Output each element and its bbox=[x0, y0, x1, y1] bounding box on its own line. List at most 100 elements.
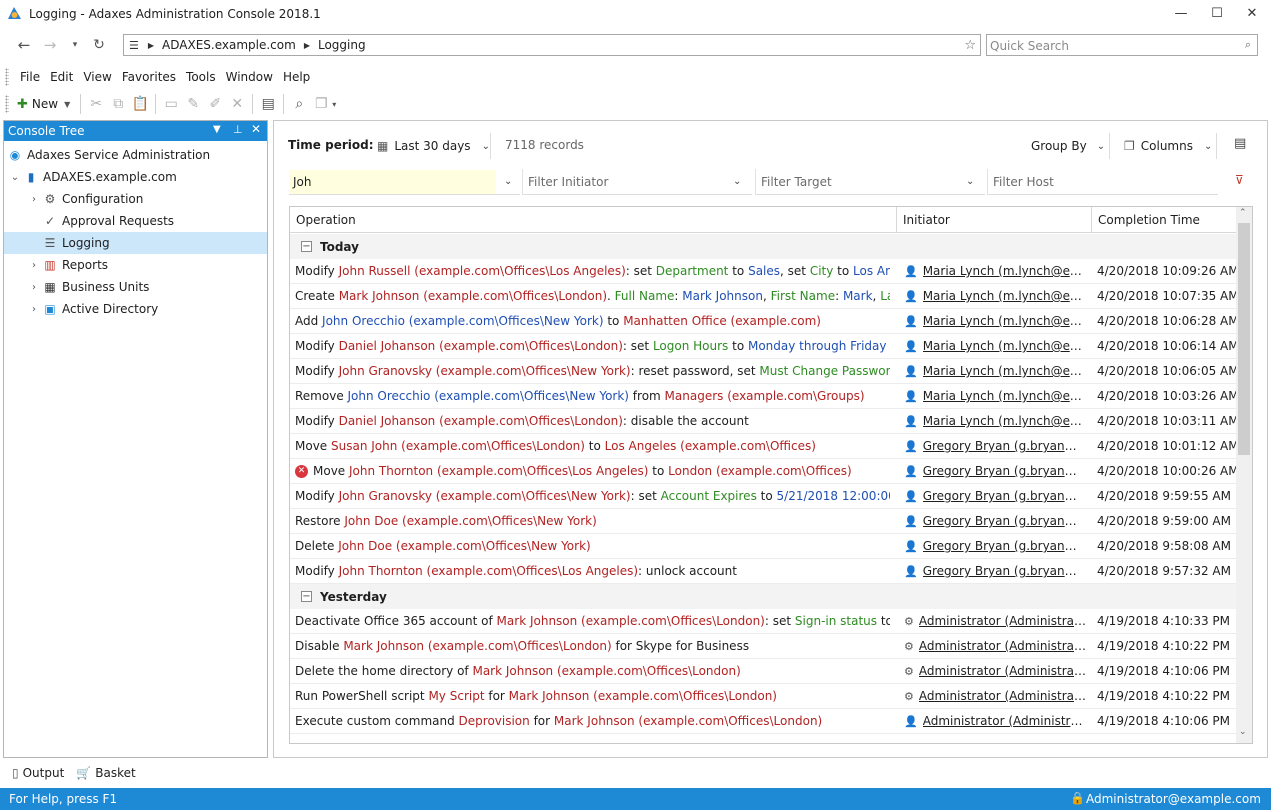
new-button[interactable]: ✚ New ▼ bbox=[17, 97, 70, 112]
log-row[interactable]: Delete John Doe (example.com\Offices\New… bbox=[290, 534, 1236, 559]
tree-item-service[interactable]: ◉ Adaxes Service Administration bbox=[4, 144, 267, 166]
filter-initiator[interactable]: Filter Initiator ⌄ bbox=[522, 169, 752, 195]
pin-icon[interactable]: ⊥ bbox=[233, 123, 243, 136]
favorite-star-icon[interactable]: ☆ bbox=[964, 38, 976, 53]
menu-view[interactable]: View bbox=[78, 67, 116, 87]
initiator-link[interactable]: Gregory Bryan (g.bryan@example.com) bbox=[923, 539, 1088, 553]
collapse-group-icon[interactable]: − bbox=[301, 241, 312, 252]
tree-item-domain[interactable]: ⌄ ▮ ADAXES.example.com bbox=[4, 166, 267, 188]
cut-icon[interactable]: ✂ bbox=[85, 93, 107, 115]
filter-initiator-input[interactable]: Filter Initiator bbox=[523, 175, 733, 189]
chevron-down-icon[interactable]: ▼ bbox=[213, 124, 221, 135]
tab-basket[interactable]: 🛒 Basket bbox=[70, 762, 141, 784]
group-header-row[interactable]: − Today bbox=[290, 234, 1236, 259]
initiator-link[interactable]: Administrator (Administrator@example.com… bbox=[919, 639, 1088, 653]
properties-icon[interactable]: ▤ bbox=[257, 93, 279, 115]
log-row[interactable]: Create Mark Johnson (example.com\Offices… bbox=[290, 284, 1239, 309]
column-completion-time[interactable]: Completion Time bbox=[1092, 207, 1236, 233]
scroll-down-icon[interactable]: ⌄ bbox=[1239, 727, 1247, 737]
tree-item-reports[interactable]: › ▥ Reports bbox=[4, 254, 267, 276]
initiator-link[interactable]: Gregory Bryan (g.bryan@example.com) bbox=[923, 439, 1088, 453]
log-row[interactable]: Restore John Doe (example.com\Offices\Ne… bbox=[290, 509, 1236, 534]
new-window-icon[interactable]: ❐ bbox=[310, 93, 332, 115]
menu-file[interactable]: File bbox=[15, 67, 45, 87]
search-icon[interactable]: ⌕ bbox=[1245, 38, 1251, 52]
clear-filter-icon[interactable]: ⊽ bbox=[1235, 173, 1244, 187]
initiator-link[interactable]: Administrator (Administrator@example.com… bbox=[919, 614, 1088, 628]
crumb-separator-icon[interactable]: ▶ bbox=[304, 41, 310, 50]
initiator-link[interactable]: Gregory Bryan (g.bryan@example.com) bbox=[923, 464, 1088, 478]
rename-icon[interactable]: ▭ bbox=[160, 93, 182, 115]
filter-target-input[interactable]: Filter Target bbox=[756, 175, 966, 189]
menu-window[interactable]: Window bbox=[221, 67, 278, 87]
initiator-link[interactable]: Gregory Bryan (g.bryan@example.com) bbox=[923, 514, 1088, 528]
paste-icon[interactable]: 📋 bbox=[129, 93, 151, 115]
filter-target[interactable]: Filter Target ⌄ bbox=[755, 169, 985, 195]
forward-arrow-icon[interactable]: → bbox=[39, 36, 61, 54]
copy-icon[interactable]: ⧉ bbox=[107, 93, 129, 115]
log-row[interactable]: Deactivate Office 365 account of Mark Jo… bbox=[290, 609, 1236, 634]
breadcrumb-logging[interactable]: Logging bbox=[318, 38, 366, 52]
back-arrow-icon[interactable]: ← bbox=[13, 36, 35, 54]
filter-operation-input[interactable]: Joh bbox=[289, 169, 496, 194]
log-row[interactable]: Modify Daniel Johanson (example.com\Offi… bbox=[290, 334, 1239, 359]
initiator-link[interactable]: Maria Lynch (m.lynch@example.com) bbox=[923, 364, 1088, 378]
breadcrumb-domain[interactable]: ADAXES.example.com bbox=[162, 38, 296, 52]
log-row[interactable]: Run PowerShell script My Script for Mark… bbox=[290, 684, 1236, 709]
vertical-scrollbar[interactable]: ⌃ ⌄ bbox=[1236, 207, 1252, 743]
log-row[interactable]: Remove John Orecchio (example.com\Office… bbox=[290, 384, 1239, 409]
chevron-right-icon[interactable]: › bbox=[26, 194, 42, 205]
history-dropdown-icon[interactable]: ▾ bbox=[64, 36, 86, 54]
collapse-group-icon[interactable]: − bbox=[301, 591, 312, 602]
refresh-icon[interactable]: ↻ bbox=[88, 36, 110, 54]
log-row[interactable]: Modify John Granovsky (example.com\Offic… bbox=[290, 484, 1236, 509]
tree-item-approval-requests[interactable]: ✓ Approval Requests bbox=[4, 210, 267, 232]
chevron-down-icon[interactable]: ⌄ bbox=[966, 176, 974, 187]
chevron-down-icon[interactable]: ⌄ bbox=[733, 176, 741, 187]
scroll-up-icon[interactable]: ⌃ bbox=[1239, 208, 1247, 218]
tab-output[interactable]: ▯ Output bbox=[6, 762, 70, 784]
column-operation[interactable]: Operation bbox=[290, 207, 897, 233]
log-row[interactable]: Move Susan John (example.com\Offices\Lon… bbox=[290, 434, 1239, 459]
initiator-link[interactable]: Gregory Bryan (g.bryan@example.com) bbox=[923, 489, 1088, 503]
menu-help[interactable]: Help bbox=[278, 67, 315, 87]
log-row[interactable]: Disable Mark Johnson (example.com\Office… bbox=[290, 634, 1236, 659]
find-icon[interactable]: ⌕ bbox=[288, 93, 310, 115]
filter-host[interactable]: Filter Host bbox=[987, 169, 1218, 195]
chevron-right-icon[interactable]: › bbox=[26, 260, 42, 271]
maximize-button[interactable]: ☐ bbox=[1199, 0, 1235, 26]
root-list-icon[interactable]: ☰ bbox=[129, 39, 139, 52]
initiator-link[interactable]: Administrator (Administrator@example.com… bbox=[923, 714, 1088, 728]
quick-search[interactable]: ⌕ bbox=[986, 34, 1258, 56]
tree-item-configuration[interactable]: › ⚙ Configuration bbox=[4, 188, 267, 210]
edit-icon[interactable]: ✎ bbox=[182, 93, 204, 115]
menu-edit[interactable]: Edit bbox=[45, 67, 78, 87]
tree-item-active-directory[interactable]: › ▣ Active Directory bbox=[4, 298, 267, 320]
chevron-right-icon[interactable]: › bbox=[26, 282, 42, 293]
log-row[interactable]: Modify Daniel Johanson (example.com\Offi… bbox=[290, 409, 1239, 434]
modify-icon[interactable]: ✐ bbox=[204, 93, 226, 115]
initiator-link[interactable]: Maria Lynch (m.lynch@example.com) bbox=[923, 314, 1088, 328]
group-header-row[interactable]: − Yesterday bbox=[290, 584, 1236, 609]
group-by-dropdown[interactable]: Group By ⌄ bbox=[1031, 136, 1105, 156]
log-row[interactable]: Modify John Granovsky (example.com\Offic… bbox=[290, 359, 1239, 384]
log-row[interactable]: ✕ Move John Thornton (example.com\Offices… bbox=[290, 459, 1239, 484]
initiator-link[interactable]: Maria Lynch (m.lynch@example.com) bbox=[923, 414, 1088, 428]
column-initiator[interactable]: Initiator bbox=[897, 207, 1092, 233]
expand-toggle-icon[interactable]: ⌄ bbox=[7, 172, 23, 183]
filter-operation[interactable]: Joh ⌄ bbox=[289, 169, 520, 195]
initiator-link[interactable]: Maria Lynch (m.lynch@example.com) bbox=[923, 264, 1088, 278]
quick-search-input[interactable] bbox=[990, 36, 1230, 55]
export-icon[interactable]: ▤ bbox=[1234, 136, 1246, 151]
initiator-link[interactable]: Maria Lynch (m.lynch@example.com) bbox=[923, 389, 1088, 403]
initiator-link[interactable]: Maria Lynch (m.lynch@example.com) bbox=[923, 339, 1088, 353]
chevron-down-icon[interactable]: ⌄ bbox=[504, 176, 512, 187]
initiator-link[interactable]: Administrator (Administrator@example.com… bbox=[919, 689, 1088, 703]
scrollbar-thumb[interactable] bbox=[1238, 223, 1250, 455]
tree-item-logging[interactable]: ☰ Logging bbox=[4, 232, 267, 254]
initiator-link[interactable]: Gregory Bryan (g.bryan@example.com) bbox=[923, 564, 1088, 578]
minimize-button[interactable]: — bbox=[1163, 0, 1199, 26]
filter-host-input[interactable]: Filter Host bbox=[988, 175, 1054, 189]
crumb-separator-icon[interactable]: ▶ bbox=[148, 41, 154, 50]
log-row[interactable]: Execute custom command Deprovision for M… bbox=[290, 709, 1236, 734]
